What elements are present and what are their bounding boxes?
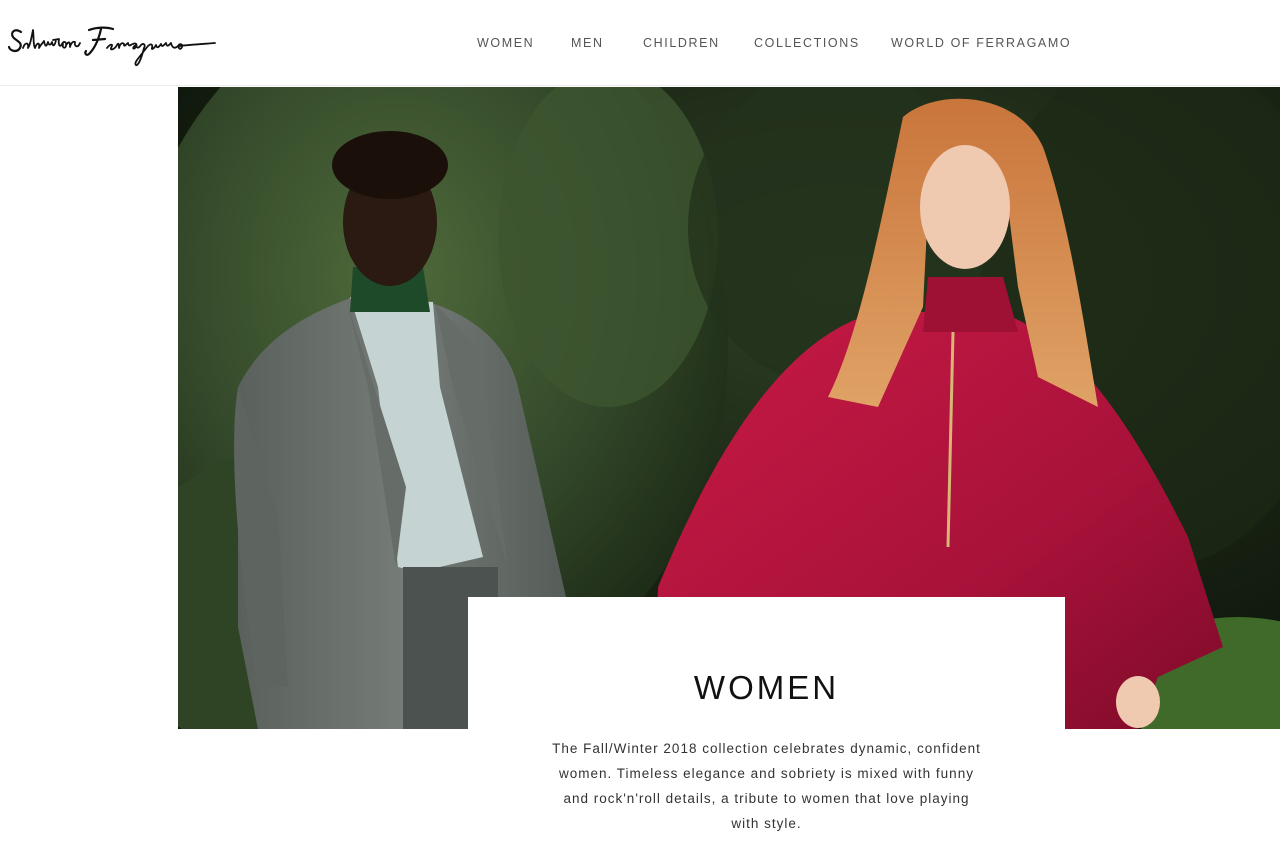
feature-description: The Fall/Winter 2018 collection celebrat… <box>552 741 981 831</box>
feature-title[interactable]: WOMEN <box>468 668 1065 708</box>
nav-item-collections[interactable]: COLLECTIONS <box>754 35 860 51</box>
nav-item-children[interactable]: CHILDREN <box>643 35 720 51</box>
nav-item-women[interactable]: WOMEN <box>477 35 534 51</box>
nav-item-men[interactable]: MEN <box>571 35 604 51</box>
page: WOMEN MEN CHILDREN COLLECTIONS WORLD OF … <box>0 0 1280 853</box>
nav-item-world-of-ferragamo[interactable]: WORLD OF FERRAGAMO <box>891 35 1071 51</box>
main-nav: WOMEN MEN CHILDREN COLLECTIONS WORLD OF … <box>0 35 1280 53</box>
site-header: WOMEN MEN CHILDREN COLLECTIONS WORLD OF … <box>0 0 1280 86</box>
